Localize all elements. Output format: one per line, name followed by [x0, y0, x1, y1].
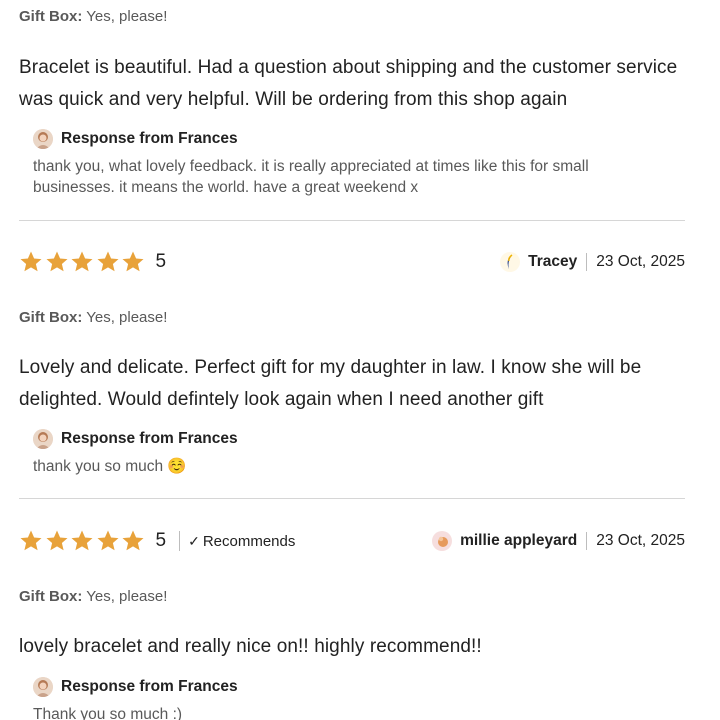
rating-value: 5: [155, 530, 167, 551]
response-label: Response from Frances: [61, 678, 238, 695]
star-rating: [19, 250, 147, 274]
response-header: Response from Frances: [33, 128, 673, 150]
star-icon: [19, 250, 44, 274]
response-label: Response from Frances: [61, 130, 238, 147]
response-header: Response from Frances: [33, 676, 673, 698]
review-text: lovely bracelet and really nice on!! hig…: [19, 636, 482, 657]
seller-response: Response from Frances thank you so much …: [33, 428, 673, 477]
star-icon: [70, 529, 95, 553]
reviewer-avatar[interactable]: [432, 531, 453, 551]
gift-box-option: Gift Box: Yes, please!: [19, 8, 167, 25]
star-icon: [121, 250, 146, 274]
star-icon: [121, 529, 146, 553]
separator: [586, 253, 588, 271]
seller-avatar: [33, 677, 53, 697]
gift-box-label: Gift Box:: [19, 309, 83, 326]
reviewer-info: Tracey 23 Oct, 2025: [500, 252, 685, 272]
review-text: Bracelet is beautiful. Had a question ab…: [19, 57, 678, 110]
review-rating-row: 5 ✓ Recommends millie appleyard 23 Oct, …: [19, 527, 685, 555]
response-text: Thank you so much :): [33, 706, 183, 720]
response-text: thank you so much ☺️: [33, 458, 187, 475]
star-rating: [19, 529, 147, 553]
divider: [19, 220, 685, 221]
star-icon: [96, 250, 121, 274]
gift-box-option: Gift Box: Yes, please!: [19, 588, 167, 605]
gift-box-value: Yes, please!: [86, 588, 168, 605]
seller-avatar: [33, 429, 53, 449]
review-rating-row: 5 Tracey 23 Oct, 2025: [19, 248, 685, 276]
reviewer-name[interactable]: Tracey: [528, 253, 577, 271]
gift-box-value: Yes, please!: [86, 8, 168, 25]
gift-box-option: Gift Box: Yes, please!: [19, 309, 167, 326]
star-icon: [45, 529, 70, 553]
response-label: Response from Frances: [61, 430, 238, 447]
seller-response: Response from Frances Thank you so much …: [33, 676, 673, 720]
review-date: 23 Oct, 2025: [596, 253, 685, 270]
seller-response: Response from Frances thank you, what lo…: [33, 128, 673, 198]
review-date: 23 Oct, 2025: [596, 532, 685, 549]
star-icon: [96, 529, 121, 553]
reviewer-info: millie appleyard 23 Oct, 2025: [432, 531, 685, 551]
star-icon: [19, 529, 44, 553]
gift-box-label: Gift Box:: [19, 8, 83, 25]
reviewer-name[interactable]: millie appleyard: [460, 532, 577, 550]
response-text: thank you, what lovely feedback. it is r…: [33, 158, 589, 196]
rating-value: 5: [155, 251, 167, 272]
divider: [19, 498, 685, 499]
gift-box-value: Yes, please!: [86, 309, 168, 326]
star-icon: [45, 250, 70, 274]
separator: [586, 532, 588, 550]
response-header: Response from Frances: [33, 428, 673, 450]
review-text: Lovely and delicate. Perfect gift for my…: [19, 357, 642, 410]
star-icon: [70, 250, 95, 274]
check-icon: ✓: [188, 532, 200, 549]
reviewer-avatar[interactable]: [500, 252, 521, 272]
seller-avatar: [33, 129, 53, 149]
recommends-label: Recommends: [202, 532, 296, 550]
recommends-badge: ✓ Recommends: [179, 531, 295, 551]
gift-box-label: Gift Box:: [19, 588, 83, 605]
